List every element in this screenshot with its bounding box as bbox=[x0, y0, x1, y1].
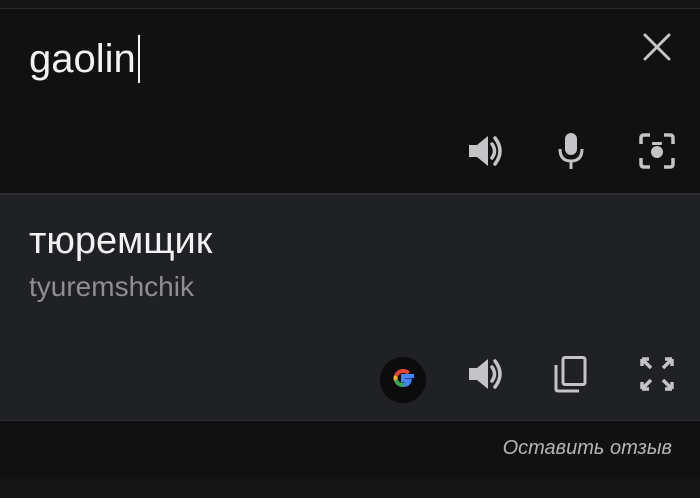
fullscreen-icon bbox=[639, 356, 675, 397]
copy-button[interactable] bbox=[549, 354, 593, 398]
speaker-icon bbox=[466, 356, 506, 397]
clear-button[interactable] bbox=[635, 27, 679, 71]
feedback-link[interactable]: Оставить отзыв bbox=[503, 437, 672, 460]
text-caret bbox=[137, 35, 140, 83]
transliteration-text: tyuremshchik bbox=[29, 271, 194, 302]
bottom-edge bbox=[0, 479, 700, 498]
fullscreen-button[interactable] bbox=[635, 354, 679, 398]
source-text[interactable]: gaolin bbox=[29, 39, 136, 79]
speak-translation-button[interactable] bbox=[464, 354, 508, 398]
google-logo-badge[interactable] bbox=[380, 357, 426, 403]
speak-source-button[interactable] bbox=[464, 131, 508, 175]
camera-icon bbox=[638, 132, 676, 175]
microphone-icon bbox=[556, 131, 586, 176]
translation-text: тюремщик bbox=[29, 220, 213, 262]
camera-button[interactable] bbox=[635, 131, 679, 175]
footer-bar: Оставить отзыв bbox=[0, 421, 700, 479]
google-logo-icon bbox=[388, 363, 418, 398]
close-icon bbox=[642, 32, 672, 67]
speaker-icon bbox=[466, 133, 506, 174]
source-input[interactable]: gaolin bbox=[29, 35, 140, 83]
source-panel: gaolin bbox=[0, 9, 700, 194]
copy-icon bbox=[553, 355, 589, 398]
top-edge bbox=[0, 0, 700, 9]
microphone-button[interactable] bbox=[549, 131, 593, 175]
translation-panel: тюремщик tyuremshchik bbox=[0, 195, 700, 421]
